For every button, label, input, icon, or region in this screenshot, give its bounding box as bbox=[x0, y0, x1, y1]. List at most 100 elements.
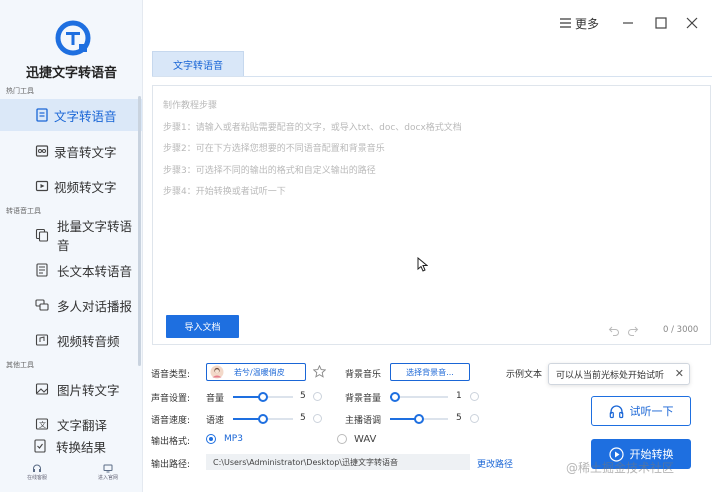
bg-volume-reset-radio[interactable] bbox=[470, 392, 479, 401]
tab-text-to-speech[interactable]: 文字转语音 bbox=[152, 51, 244, 77]
sidebar-item-batch-text-to-speech[interactable]: 批量文字转语音 bbox=[0, 219, 142, 253]
voice-type-label: 语音类型: bbox=[151, 370, 191, 380]
volume-label: 音量 bbox=[206, 394, 225, 404]
import-document-button[interactable]: 导入文档 bbox=[166, 315, 239, 338]
online-service-button[interactable]: 在线客服 bbox=[22, 464, 52, 481]
sidebar-item-multi-dialog[interactable]: 多人对话播报 bbox=[0, 289, 142, 321]
more-label: 更多 bbox=[575, 16, 600, 31]
speed-reset-radio[interactable] bbox=[313, 414, 322, 423]
speed-sub-label: 语速 bbox=[206, 416, 225, 426]
sidebar-item-results[interactable]: 转换结果 bbox=[0, 430, 142, 462]
online-service-label: 在线客服 bbox=[26, 475, 47, 481]
mouse-cursor-icon bbox=[417, 257, 428, 272]
speed-slider-knob[interactable] bbox=[258, 414, 268, 424]
bg-music-label: 背景音乐 bbox=[345, 370, 382, 380]
sidebar-item-label: 录音转文字 bbox=[54, 144, 117, 160]
pitch-value: 5 bbox=[456, 413, 462, 423]
minimize-button[interactable] bbox=[622, 14, 634, 32]
result-icon bbox=[34, 439, 46, 453]
select-bg-music-button[interactable]: 选择背景音... bbox=[390, 363, 470, 381]
format-mp3-radio[interactable] bbox=[206, 434, 216, 444]
output-path-value: C:\Users\Administrator\Desktop\迅捷文字转语音 bbox=[213, 457, 398, 467]
hint-step-4: 步骤4：开始转换或者试听一下 bbox=[163, 187, 286, 197]
sidebar-item-label: 转换结果 bbox=[56, 439, 107, 455]
tooltip-text: 可以从当前光标处开始试听 bbox=[556, 370, 665, 381]
bg-volume-slider[interactable] bbox=[390, 392, 448, 402]
sidebar: 迅捷文字转语音 热门工具 文字转语音 录音转文字 视频转文字 转语音工具 批量文… bbox=[0, 0, 143, 492]
tooltip-close-icon[interactable]: ✕ bbox=[675, 367, 684, 380]
menu-icon bbox=[560, 18, 571, 28]
volume-slider-knob[interactable] bbox=[258, 392, 268, 402]
speech-speed-label: 语音速度: bbox=[151, 416, 191, 426]
bg-volume-value: 1 bbox=[456, 391, 462, 401]
pitch-label: 主播语调 bbox=[345, 416, 382, 426]
pitch-reset-radio[interactable] bbox=[470, 414, 479, 423]
minimize-icon bbox=[623, 22, 633, 24]
favorite-star-icon[interactable] bbox=[313, 365, 326, 378]
headset-icon bbox=[33, 464, 41, 472]
format-wav-label[interactable]: WAV bbox=[354, 434, 376, 445]
app-logo bbox=[55, 20, 91, 56]
voice-name: 若兮/温暖俏皮 bbox=[234, 367, 285, 377]
sidebar-item-label: 批量文字转语音 bbox=[57, 219, 133, 253]
sidebar-item-label: 视频转文字 bbox=[54, 179, 117, 195]
text-editor[interactable]: 制作教程步骤 步骤1：请输入或者粘贴需要配音的文字，或导入txt、doc、doc… bbox=[152, 85, 711, 345]
close-button[interactable] bbox=[686, 14, 698, 32]
maximize-icon bbox=[655, 17, 667, 29]
hint-step-1: 步骤1：请输入或者粘贴需要配音的文字，或导入txt、doc、docx格式文档 bbox=[163, 123, 462, 133]
sidebar-item-text-to-speech[interactable]: 文字转语音 bbox=[0, 99, 142, 131]
sidebar-scrollbar[interactable] bbox=[138, 96, 141, 366]
undo-icon[interactable] bbox=[608, 324, 620, 336]
official-site-button[interactable]: 进入官网 bbox=[93, 464, 123, 481]
maximize-button[interactable] bbox=[655, 14, 667, 32]
listen-tooltip: 可以从当前光标处开始试听 ✕ bbox=[548, 363, 690, 385]
section-label-other: 其他工具 bbox=[6, 361, 34, 369]
change-path-link[interactable]: 更改路径 bbox=[477, 457, 513, 470]
speed-slider[interactable] bbox=[233, 414, 293, 424]
app-name: 迅捷文字转语音 bbox=[25, 66, 117, 81]
sidebar-item-video-to-text[interactable]: 视频转文字 bbox=[0, 170, 142, 202]
voice-avatar-icon bbox=[210, 365, 224, 379]
section-label-hot: 热门工具 bbox=[6, 87, 34, 95]
sidebar-item-label: 多人对话播报 bbox=[57, 298, 133, 314]
bg-volume-slider-knob[interactable] bbox=[390, 392, 400, 402]
recorder-icon bbox=[35, 145, 49, 157]
hint-step-3: 步骤3：可选择不同的输出的格式和自定义输出的路径 bbox=[163, 166, 376, 176]
official-site-label: 进入官网 bbox=[97, 475, 118, 481]
sidebar-item-long-text-to-speech[interactable]: 长文本转语音 bbox=[0, 254, 142, 286]
translate-icon: 文 bbox=[35, 418, 49, 430]
close-icon bbox=[686, 17, 698, 29]
app-window: 迅捷文字转语音 热门工具 文字转语音 录音转文字 视频转文字 转语音工具 批量文… bbox=[0, 0, 720, 492]
volume-value: 5 bbox=[300, 391, 306, 401]
listen-label: 试听一下 bbox=[629, 405, 674, 418]
sidebar-item-recording-to-text[interactable]: 录音转文字 bbox=[0, 135, 142, 167]
sidebar-item-image-to-text[interactable]: 图片转文字 bbox=[0, 373, 142, 405]
format-wav-radio[interactable] bbox=[337, 434, 347, 444]
video-audio-icon bbox=[35, 334, 49, 346]
hint-title: 制作教程步骤 bbox=[163, 101, 218, 111]
sidebar-item-label: 长文本转语音 bbox=[57, 263, 133, 279]
hint-step-2: 步骤2：可在下方选择您想要的不同语音配置和背景音乐 bbox=[163, 144, 385, 154]
redo-icon[interactable] bbox=[627, 324, 639, 336]
sound-settings-label: 声音设置: bbox=[151, 394, 191, 404]
dialog-icon bbox=[35, 299, 49, 311]
sample-text-label: 示例文本 bbox=[506, 370, 543, 380]
long-text-icon bbox=[36, 263, 48, 277]
bg-volume-label: 背景音量 bbox=[345, 394, 382, 404]
batch-icon bbox=[35, 228, 49, 242]
output-path-label: 输出路径: bbox=[151, 460, 191, 470]
listen-button[interactable]: 试听一下 bbox=[591, 396, 691, 426]
format-mp3-label[interactable]: MP3 bbox=[224, 434, 243, 444]
volume-slider[interactable] bbox=[233, 392, 293, 402]
more-menu[interactable]: 更多 bbox=[560, 14, 599, 32]
output-format-label: 输出格式: bbox=[151, 437, 191, 447]
voice-select-button[interactable]: 若兮/温暖俏皮 bbox=[206, 363, 306, 381]
pitch-slider-knob[interactable] bbox=[414, 414, 424, 424]
watermark: @稀土掘金技术社区 bbox=[566, 461, 675, 475]
volume-reset-radio[interactable] bbox=[313, 392, 322, 401]
pitch-slider[interactable] bbox=[390, 414, 448, 424]
sidebar-item-video-to-audio[interactable]: 视频转音频 bbox=[0, 324, 142, 356]
video-icon bbox=[35, 180, 49, 192]
output-path-field[interactable]: C:\Users\Administrator\Desktop\迅捷文字转语音 bbox=[206, 454, 470, 470]
svg-text:文: 文 bbox=[39, 420, 46, 429]
